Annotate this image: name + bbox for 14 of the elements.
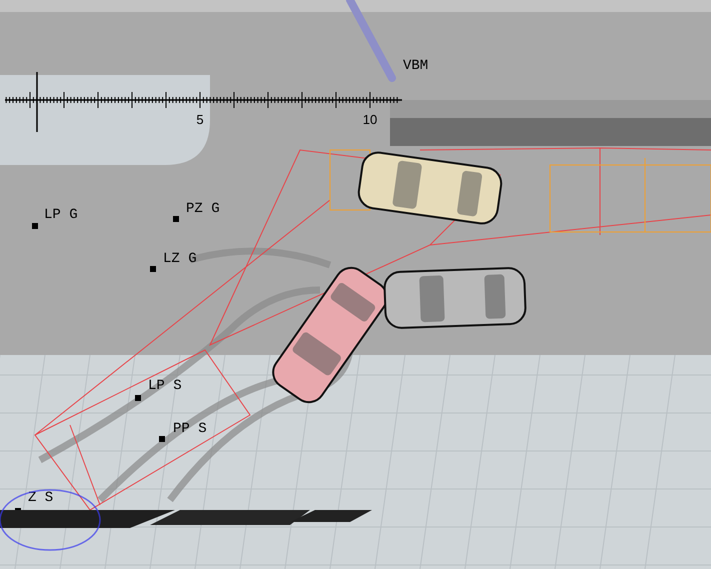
point-label: PZ G (186, 201, 220, 217)
point-label: LZ G (163, 251, 197, 267)
point-label: Z S (28, 490, 54, 506)
point-label: LP S (148, 378, 182, 394)
point-marker (135, 395, 141, 401)
point-label: PP S (173, 421, 207, 437)
point-label: LP G (44, 207, 78, 223)
scale-label: 5 (196, 112, 204, 127)
scale-label: 10 (362, 112, 378, 127)
camera-label: VBM (403, 58, 428, 74)
point-marker (159, 436, 165, 442)
point-marker (173, 216, 179, 222)
point-marker (32, 223, 38, 229)
point-marker (150, 266, 156, 272)
